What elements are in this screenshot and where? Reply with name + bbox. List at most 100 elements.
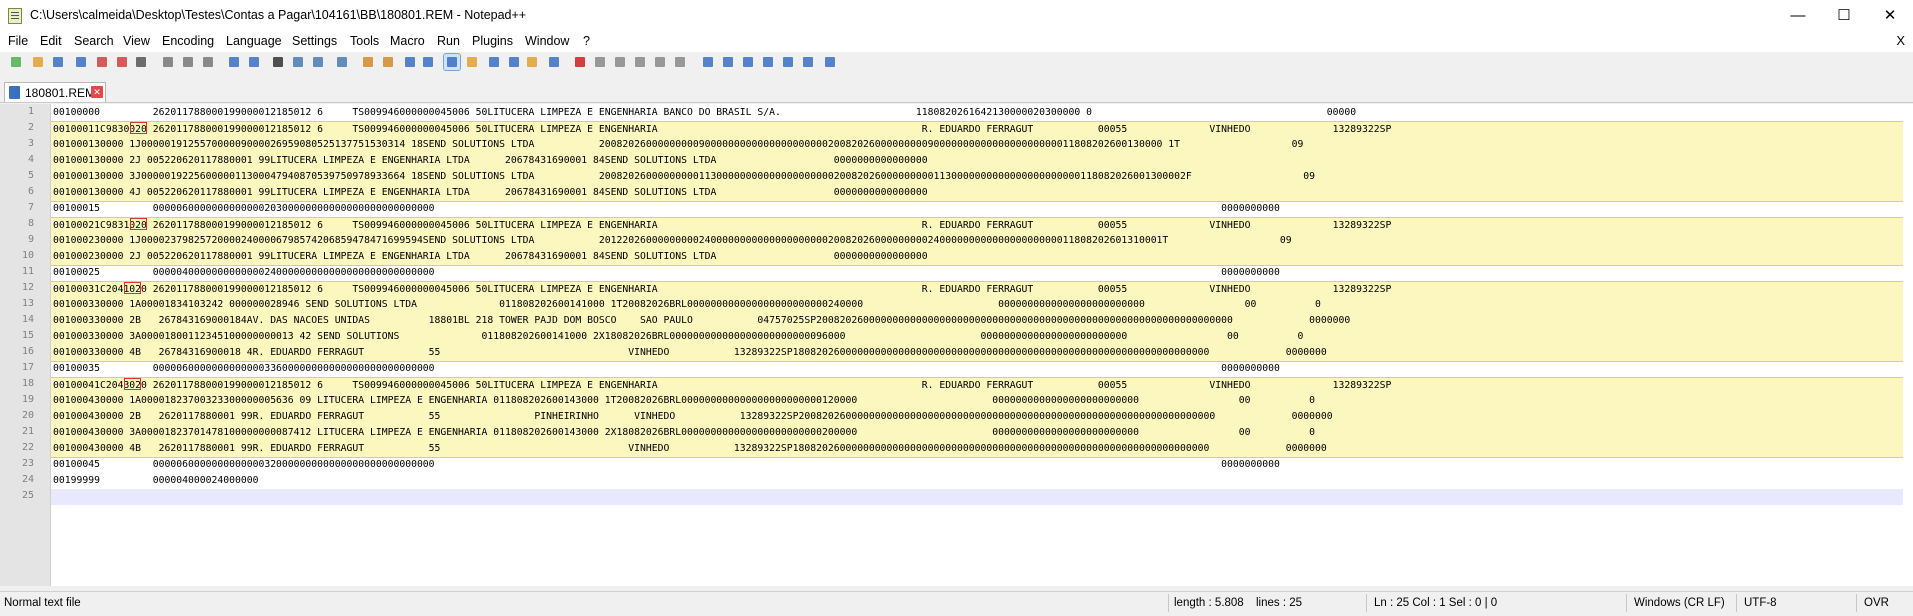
maximize-button[interactable]: ☐ [1821,0,1867,32]
line-text[interactable]: 00100041C2043020 26201178800019900001218… [51,377,1903,394]
run-macro-multiple-icon[interactable] [632,54,648,70]
monitor-icon[interactable] [546,54,562,70]
line-number: 11 [21,266,34,277]
line-text[interactable]: 001000130000 2J 005220620117880001 99LIT… [51,153,1903,169]
close-document-button[interactable]: X [1896,33,1905,48]
line-text[interactable]: 00100045 0000060000000000000320000000000… [51,457,1903,473]
save-all-icon[interactable] [73,54,89,70]
minimize-button[interactable]: — [1775,0,1821,32]
menu-help[interactable]: ? [583,34,590,48]
record-macro-icon[interactable] [572,54,588,70]
menu-settings[interactable]: Settings [292,34,337,48]
save-icon[interactable] [50,54,66,70]
menu-window[interactable]: Window [525,34,569,48]
line-text[interactable]: 00100015 0000060000000000000203000000000… [51,201,1903,217]
line-text[interactable]: 001000330000 3A0000180011234510000000001… [51,329,1903,345]
fold-all-icon[interactable] [740,54,756,70]
function-list-icon[interactable] [506,54,522,70]
menu-language[interactable]: Language [226,34,282,48]
line-text[interactable]: 001000330000 4B 26784316900018 4R. EDUAR… [51,345,1903,362]
new-file-icon[interactable] [8,54,24,70]
line-text[interactable]: 001000430000 2B 2620117880001 99R. EDUAR… [51,409,1903,425]
word-wrap-icon[interactable] [402,54,418,70]
line-text[interactable]: 00100000 262011788000199000012185012 6 T… [51,105,1903,121]
close-window-button[interactable]: ✕ [1867,0,1913,32]
undo-icon[interactable] [226,54,242,70]
menu-tools[interactable]: Tools [350,34,379,48]
status-eol[interactable]: Windows (CR LF) [1634,597,1725,609]
line-text[interactable]: 00100025 0000040000000000000240000000000… [51,265,1903,281]
menu-plugins[interactable]: Plugins [472,34,513,48]
zoom-in-icon[interactable] [310,54,326,70]
line-text[interactable]: 00100031C2041020 26201178800019900001218… [51,281,1903,298]
line-text[interactable]: 001000430000 3A0000182370147810000000008… [51,425,1903,441]
line-text[interactable]: 001000130000 4J 005220620117880001 99LIT… [51,185,1903,202]
unfold-all-icon[interactable] [800,54,816,70]
menu-file[interactable]: File [8,34,28,48]
prev-bookmark-icon[interactable] [760,54,776,70]
menu-macro[interactable]: Macro [390,34,425,48]
language-glyph [467,57,477,67]
line-text[interactable]: 00100035 0000060000000000000336000000000… [51,361,1903,377]
menu-encoding[interactable]: Encoding [162,34,214,48]
sync-vertical-icon[interactable] [360,54,376,70]
line-text[interactable] [51,489,1903,505]
launch-run-icon[interactable] [672,54,688,70]
doc-map-glyph [489,57,499,67]
line-text[interactable]: 00100021C9831020 26201178800019900001218… [51,217,1903,234]
editor-line: 9 001000230000 1J000023798257200002400006… [0,233,1913,249]
show-all-chars-icon[interactable] [420,54,436,70]
find-icon[interactable] [270,54,286,70]
next-bookmark-icon[interactable] [780,54,796,70]
zoom-out-icon[interactable] [334,54,350,70]
folder-as-workspace-icon[interactable] [524,54,540,70]
editor-line: 11 00100025 00000400000000000002400000000… [0,265,1913,281]
line-text[interactable]: 001000430000 4B 2620117880001 99R. EDUAR… [51,441,1903,458]
paste-icon[interactable] [200,54,216,70]
line-text[interactable]: 001000130000 1J0000019125570000090000269… [51,137,1903,153]
open-file-icon[interactable] [30,54,46,70]
line-text[interactable]: 001000330000 2B 267843169000184AV. DAS N… [51,313,1903,329]
close-icon[interactable] [94,54,110,70]
text-editor[interactable]: 1 00100000 262011788000199000012185012 6 … [0,104,1913,586]
line-text[interactable]: 00199999 000004000024000000 [51,473,1903,489]
redo-icon[interactable] [246,54,262,70]
line-text[interactable]: 001000330000 1A00001834103242 0000000289… [51,297,1903,313]
line-number: 1 [27,106,34,117]
status-encoding[interactable]: UTF-8 [1744,597,1777,609]
indent-guide-icon[interactable] [443,53,461,71]
line-text[interactable]: 001000130000 3J0000019225600000113000479… [51,169,1903,185]
close-all-icon[interactable] [114,54,130,70]
save-macro-icon[interactable] [652,54,668,70]
menu-edit[interactable]: Edit [40,34,62,48]
editor-line: 14 001000330000 2B 267843169000184AV. DAS… [0,313,1913,329]
print-icon[interactable] [133,54,149,70]
toggle-panel-icon[interactable] [700,54,716,70]
play-macro-icon[interactable] [612,54,628,70]
highlight-box [124,378,141,390]
language-icon[interactable] [464,54,480,70]
copy-icon[interactable] [180,54,196,70]
panel-icon[interactable] [822,54,838,70]
menu-run[interactable]: Run [437,34,460,48]
editor-line: 10 001000230000 2J 005220620117880001 99L… [0,249,1913,266]
line-number: 4 [27,154,34,165]
toggle-panel-icon-2[interactable] [720,54,736,70]
replace-icon[interactable] [290,54,306,70]
tab-close-icon[interactable]: ✕ [91,86,103,98]
stop-record-icon[interactable] [592,54,608,70]
editor-line: 24 00199999 000004000024000000 [0,473,1913,489]
line-text[interactable]: 001000230000 2J 005220620117880001 99LIT… [51,249,1903,266]
sync-horizontal-icon[interactable] [380,54,396,70]
menu-search[interactable]: Search [74,34,114,48]
tab-180801-rem[interactable]: 180801.REM ✕ [4,82,106,102]
cut-icon[interactable] [160,54,176,70]
status-insert-mode[interactable]: OVR [1864,597,1889,609]
line-text[interactable]: 00100011C9830020 26201178800019900001218… [51,121,1903,138]
launch-run-glyph [675,57,685,67]
doc-map-icon[interactable] [486,54,502,70]
menu-view[interactable]: View [123,34,150,48]
line-text[interactable]: 001000230000 1J0000237982572000024000067… [51,233,1903,249]
line-text[interactable]: 001000430000 1A0000182370032330000000563… [51,393,1903,409]
highlight-box [130,122,147,134]
